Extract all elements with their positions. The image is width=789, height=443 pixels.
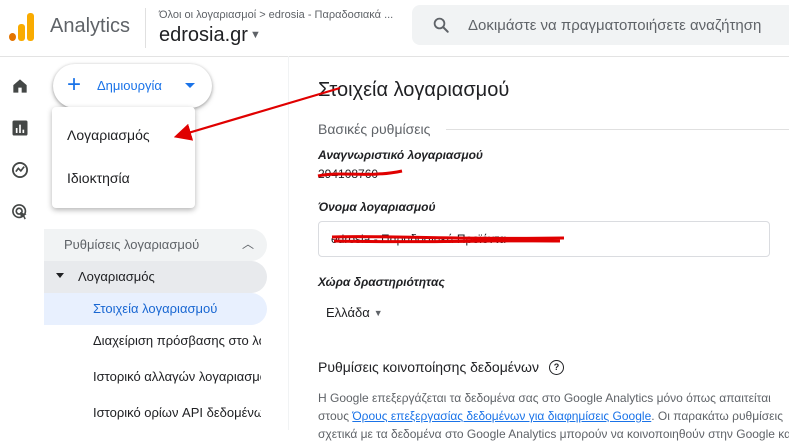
account-name-value: edrosia - Παραδοσιακά Προϊόντα xyxy=(331,232,506,246)
nav-section-account-settings[interactable]: Ρυθμίσεις λογαριασμού ︿ xyxy=(44,229,267,261)
home-icon[interactable] xyxy=(10,76,30,96)
data-sharing-heading: Ρυθμίσεις κοινοποίησης δεδομένων xyxy=(318,359,539,375)
description-line: στους Όρους επεξεργασίας δεδομένων για δ… xyxy=(318,407,789,425)
caret-down-icon: ▼ xyxy=(373,308,383,318)
left-rail xyxy=(0,56,40,430)
caret-down-icon: ▼ xyxy=(249,29,261,41)
description-line: σχετικά με τα δεδομένα στο Google Analyt… xyxy=(318,427,789,441)
country-label: Χώρα δραστηριότητας xyxy=(318,275,445,289)
breadcrumb[interactable]: Όλοι οι λογαριασμοί > edrosia - Παραδοσι… xyxy=(159,9,393,21)
dropdown-arrow-icon xyxy=(185,83,195,88)
country-value: Ελλάδα xyxy=(326,305,370,320)
help-icon[interactable]: ? xyxy=(549,360,564,375)
nav-item-account-details[interactable]: Στοιχεία λογαριασμού xyxy=(44,293,267,325)
basic-settings-heading: Βασικές ρυθμίσεις xyxy=(318,121,431,137)
property-selector[interactable]: edrosia.gr ▼ xyxy=(159,24,261,47)
nav-item-api-quota-history[interactable]: Ιστορικό ορίων API δεδομένων xyxy=(44,397,267,429)
description-suffix: . Οι παρακάτω ρυθμίσεις xyxy=(651,409,783,423)
menu-item-property[interactable]: Ιδιοκτησία xyxy=(67,170,130,186)
account-id-value: 294108760 xyxy=(318,167,379,181)
nav-item-account[interactable]: Λογαριασμός xyxy=(44,261,267,293)
nav-section-label: Ρυθμίσεις λογαριασμού xyxy=(64,237,200,252)
panel-divider xyxy=(288,56,289,430)
top-bar: Analytics Όλοι οι λογαριασμοί > edrosia … xyxy=(0,0,789,57)
search-placeholder: Δοκιμάστε να πραγματοποιήσετε αναζήτηση xyxy=(468,17,762,34)
property-name: edrosia.gr xyxy=(159,24,248,46)
menu-item-account[interactable]: Λογαριασμός xyxy=(67,127,150,143)
search-box[interactable]: Δοκιμάστε να πραγματοποιήσετε αναζήτηση xyxy=(412,5,789,45)
data-sharing-description: Η Google επεξεργάζεται τα δεδομένα σας σ… xyxy=(318,389,789,443)
search-icon xyxy=(433,17,449,33)
create-button-label: Δημιουργία xyxy=(97,78,162,93)
app-name: Analytics xyxy=(50,15,131,37)
expand-triangle-icon xyxy=(56,273,64,278)
chevron-up-icon: ︿ xyxy=(242,237,255,251)
account-name-input[interactable]: edrosia - Παραδοσιακά Προϊόντα xyxy=(318,221,770,257)
page-title: Στοιχεία λογαριασμού xyxy=(318,79,510,101)
description-prefix: στους xyxy=(318,409,353,423)
nav-item-access-management[interactable]: Διαχείριση πρόσβασης στο λογαριασμό xyxy=(44,325,267,357)
nav-item-label: Ιστορικό αλλαγών λογαριασμού xyxy=(93,369,261,384)
advertising-icon[interactable] xyxy=(10,202,30,222)
account-id-label: Αναγνωριστικό λογαριασμού xyxy=(318,148,483,162)
country-selector[interactable]: Ελλάδα ▼ xyxy=(326,305,383,320)
explore-icon[interactable] xyxy=(10,160,30,180)
header-divider xyxy=(145,8,146,48)
data-processing-terms-link[interactable]: Όρους επεξεργασίας δεδομένων για διαφημί… xyxy=(352,409,651,423)
section-divider xyxy=(446,129,789,130)
nav-item-account-label: Λογαριασμός xyxy=(78,269,155,284)
analytics-logo-icon[interactable] xyxy=(9,13,35,41)
nav-item-label: Διαχείριση πρόσβασης στο λογαριασμό xyxy=(93,333,261,348)
create-menu: Λογαριασμός Ιδιοκτησία xyxy=(52,107,195,208)
description-line: Η Google επεξεργάζεται τα δεδομένα σας σ… xyxy=(318,391,771,405)
nav-item-label: Ιστορικό ορίων API δεδομένων xyxy=(93,405,261,420)
reports-icon[interactable] xyxy=(10,118,30,138)
nav-item-change-history[interactable]: Ιστορικό αλλαγών λογαριασμού xyxy=(44,361,267,393)
plus-icon: + xyxy=(67,71,82,98)
nav-item-label: Στοιχεία λογαριασμού xyxy=(93,301,218,316)
account-name-label: Όνομα λογαριασμού xyxy=(318,200,436,214)
create-button[interactable]: + Δημιουργία xyxy=(53,64,212,108)
